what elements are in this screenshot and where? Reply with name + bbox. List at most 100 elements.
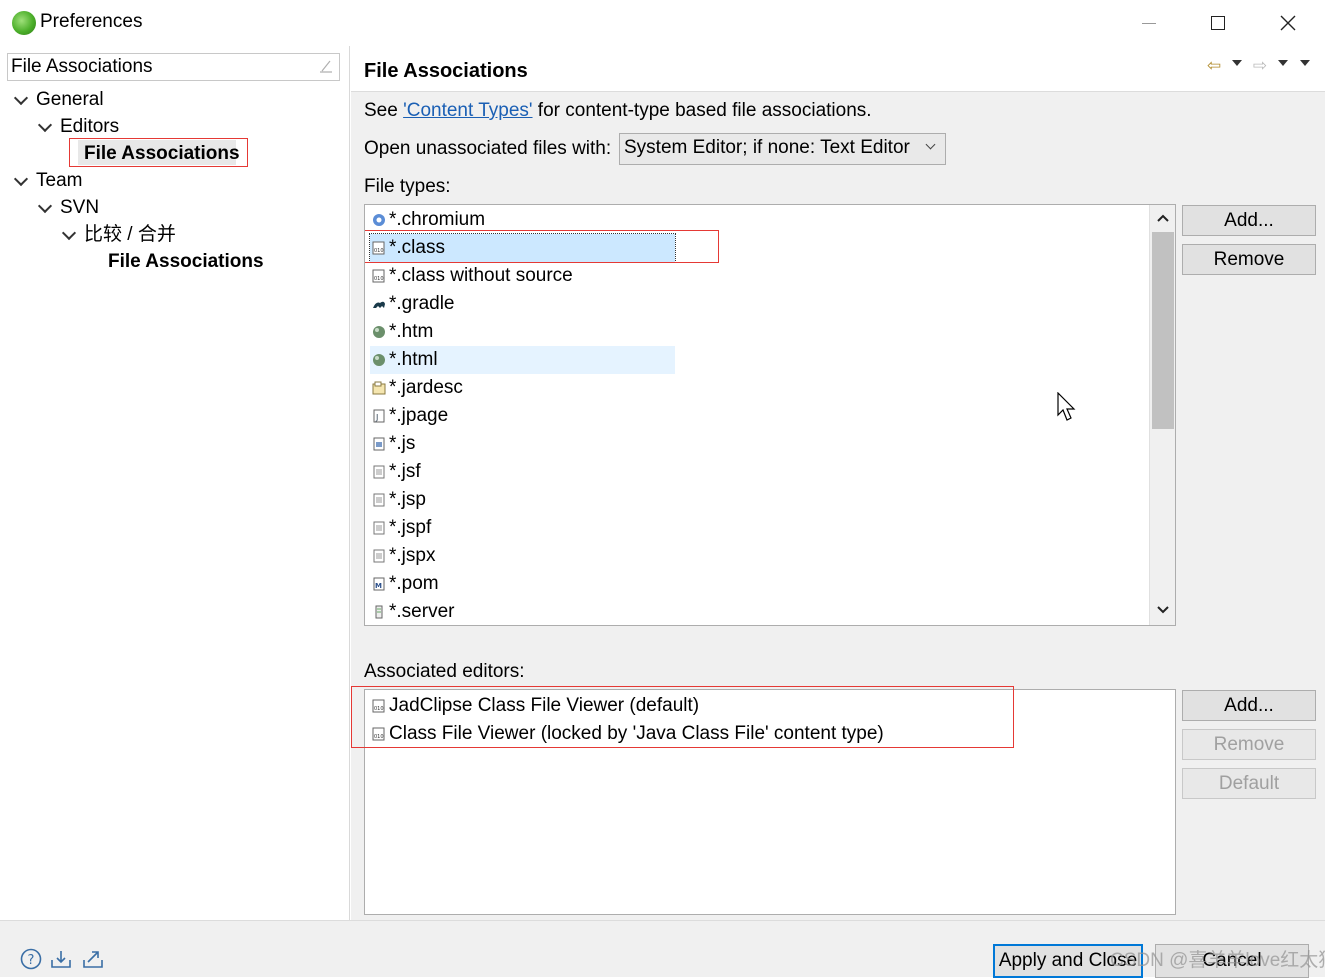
- chevron-down-icon[interactable]: [62, 228, 76, 242]
- file-type-row[interactable]: *.jardesc: [370, 374, 675, 402]
- file-type-row[interactable]: *.jspf: [370, 514, 675, 542]
- file-type-row[interactable]: *.html: [370, 346, 675, 374]
- tree-item-svn-file-associations[interactable]: File Associations: [108, 248, 264, 275]
- forward-menu-chevron-icon[interactable]: [1278, 60, 1288, 66]
- close-icon: [1280, 15, 1296, 31]
- tree-item-label: SVN: [60, 197, 100, 218]
- file-type-label: *.jardesc: [389, 377, 463, 398]
- editor-default-button[interactable]: Default: [1182, 768, 1316, 799]
- hint-suffix: for content-type based file associations…: [532, 100, 872, 121]
- file-type-row[interactable]: *.htm: [370, 318, 675, 346]
- tree-item-label: File Associations: [108, 251, 264, 272]
- view-menu-icon[interactable]: [1300, 60, 1310, 66]
- scroll-up-icon[interactable]: [1156, 213, 1170, 223]
- annotation-box: [351, 686, 1014, 748]
- text-file-icon: [373, 465, 385, 479]
- tree-item-label: Team: [36, 170, 83, 191]
- file-type-label: *.jsf: [389, 461, 421, 482]
- chevron-down-icon[interactable]: [14, 93, 28, 107]
- file-type-row[interactable]: *.gradle: [370, 290, 675, 318]
- editor-add-button[interactable]: Add...: [1182, 690, 1316, 721]
- gradle-icon: [373, 301, 385, 308]
- mouse-pointer-icon: [1057, 392, 1076, 421]
- eclipse-app-icon: [12, 11, 36, 35]
- file-type-row[interactable]: *.jsf: [370, 458, 675, 486]
- svg-text:010: 010: [374, 276, 384, 282]
- open-unassociated-label: Open unassociated files with:: [364, 138, 612, 159]
- watermark-text: CSDN @喜羊羊love红太狼: [1110, 950, 1325, 971]
- tree-item-label: General: [36, 89, 104, 110]
- select-value: System Editor; if none: Text Editor: [624, 137, 910, 158]
- close-button[interactable]: [1253, 0, 1323, 46]
- chromium-icon: [373, 214, 385, 226]
- filter-input[interactable]: [8, 54, 308, 80]
- tree-item-label: File Associations: [84, 143, 240, 164]
- jar-icon: [372, 381, 386, 395]
- file-type-row[interactable]: *.server: [370, 598, 675, 625]
- clear-filter-icon[interactable]: [319, 59, 333, 73]
- file-type-row[interactable]: J *.jpage: [370, 402, 675, 430]
- minimize-button[interactable]: [1114, 0, 1184, 46]
- export-icon[interactable]: [82, 948, 104, 970]
- web-globe-icon: [373, 326, 385, 338]
- file-type-row[interactable]: *.jsp: [370, 486, 675, 514]
- content-types-link[interactable]: 'Content Types': [403, 100, 532, 121]
- tree-item-team[interactable]: Team: [14, 167, 82, 194]
- chevron-down-icon[interactable]: [38, 201, 52, 215]
- file-type-label: *.class without source: [389, 265, 573, 286]
- hint-prefix: See: [364, 100, 404, 121]
- page-header: File Associations ⇦ ⇨: [351, 46, 1325, 92]
- tree-item-svn[interactable]: SVN: [38, 194, 99, 221]
- file-type-remove-button[interactable]: Remove: [1182, 244, 1316, 275]
- jpage-icon: J: [373, 409, 385, 423]
- associated-editors-list[interactable]: 010 JadClipse Class File Viewer (default)…: [351, 686, 1176, 915]
- file-type-label: *.jpage: [389, 405, 449, 426]
- title-bar: Preferences: [0, 0, 1325, 46]
- scroll-thumb[interactable]: [1152, 232, 1174, 429]
- chevron-down-icon[interactable]: [14, 174, 28, 188]
- svg-text:M: M: [375, 582, 382, 590]
- file-type-row[interactable]: 010 *.class without source: [370, 262, 675, 290]
- file-type-label: *.pom: [389, 573, 439, 594]
- dialog-button-bar: ? Apply and Close Cancel CSDN @喜羊羊love红太…: [0, 920, 1325, 978]
- file-type-label: *.chromium: [389, 209, 486, 230]
- text-file-icon: [373, 549, 385, 563]
- tree-item-editors[interactable]: Editors: [38, 113, 119, 140]
- chevron-down-icon: [925, 142, 937, 154]
- scroll-down-icon[interactable]: [1156, 605, 1170, 615]
- import-icon[interactable]: [50, 948, 72, 970]
- filter-field[interactable]: [7, 53, 340, 81]
- text-file-icon: [373, 493, 385, 507]
- svg-text:J: J: [375, 413, 378, 422]
- file-types-scrollbar[interactable]: [1149, 205, 1175, 625]
- text-file-icon: [373, 521, 385, 535]
- back-menu-chevron-icon[interactable]: [1232, 60, 1242, 66]
- minimize-icon: [1142, 22, 1156, 24]
- associated-editors-label: Associated editors:: [364, 661, 525, 682]
- preference-page: File Associations ⇦ ⇨ See 'Content Types…: [351, 46, 1325, 920]
- file-type-label: *.jspx: [389, 545, 436, 566]
- file-type-row[interactable]: *.jspx: [370, 542, 675, 570]
- file-types-list[interactable]: *.chromium 010 *.class 010 *.class without s…: [364, 204, 1176, 626]
- tree-item-label: Editors: [60, 116, 120, 137]
- editor-remove-button[interactable]: Remove: [1182, 729, 1316, 760]
- help-icon[interactable]: ?: [20, 948, 42, 970]
- file-type-add-button[interactable]: Add...: [1182, 205, 1316, 236]
- tree-item-file-associations[interactable]: File Associations: [84, 140, 240, 167]
- server-icon: [375, 605, 383, 619]
- tree-item-compare-merge[interactable]: 比较 / 合并: [62, 221, 176, 248]
- file-type-label: *.server: [389, 601, 455, 622]
- file-type-label: *.htm: [389, 321, 434, 342]
- file-type-row[interactable]: M *.pom: [370, 570, 675, 598]
- file-type-label: *.jspf: [389, 517, 432, 538]
- annotation-box: [365, 230, 719, 263]
- open-unassociated-select[interactable]: System Editor; if none: Text Editor: [619, 133, 946, 165]
- chevron-down-icon[interactable]: [38, 120, 52, 134]
- file-type-label: *.html: [389, 349, 438, 370]
- class-file-icon: 010: [372, 269, 385, 283]
- forward-arrow-icon[interactable]: ⇨: [1250, 56, 1270, 75]
- file-type-row[interactable]: *.js: [370, 430, 675, 458]
- maximize-button[interactable]: [1183, 0, 1253, 46]
- back-arrow-icon[interactable]: ⇦: [1204, 56, 1224, 75]
- tree-item-general[interactable]: General: [14, 86, 104, 113]
